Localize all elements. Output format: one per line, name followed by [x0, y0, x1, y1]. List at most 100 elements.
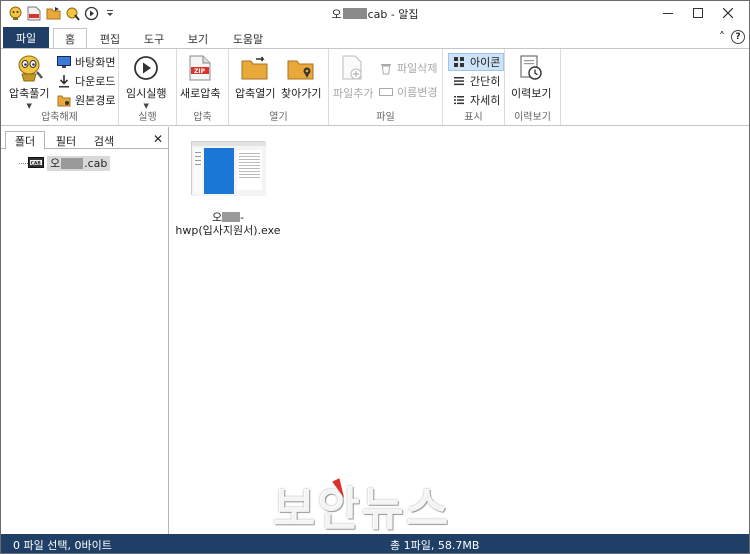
compress-group: ZIP 새로압축 압축: [177, 49, 229, 125]
title-bar: 오 cab - 알집: [1, 1, 749, 26]
title-suffix: cab - 알집: [367, 8, 419, 21]
tree-label-suffix: .cab: [84, 156, 108, 170]
file-name-line2: hwp(입사지원서).exe: [175, 224, 281, 237]
delete-file-label: 파일삭제: [397, 62, 438, 75]
open-archive-label: 압축열기: [235, 87, 276, 100]
extract-label: 압축풀기: [9, 87, 50, 100]
panel-tab-filter[interactable]: 필터: [47, 132, 85, 149]
panel-tab-folder[interactable]: 폴더: [5, 131, 45, 150]
redacted-block: [222, 212, 241, 222]
view-icon-button[interactable]: 아이콘: [448, 53, 505, 71]
tab-view[interactable]: 보기: [179, 29, 217, 49]
folder-location-icon: [285, 53, 317, 83]
tab-tools[interactable]: 도구: [135, 29, 173, 49]
zip-file-icon: ZIP: [184, 53, 216, 83]
file-group: 파일추가 파일삭제 이름변경 파일: [329, 49, 443, 125]
extract-group: 압축풀기 ▼ 바탕화면 다운로드 원본경로 압축해제: [1, 49, 119, 125]
file-name: 오 - hwp(입사지원서).exe: [175, 211, 280, 237]
file-group-label: 파일: [376, 112, 395, 123]
open-archive-button[interactable]: 압축열기: [235, 53, 275, 101]
svg-text:CAB: CAB: [31, 160, 42, 166]
redacted-block: [61, 157, 84, 169]
window-controls: [653, 4, 743, 22]
view-detail-label: 자세히: [470, 94, 501, 107]
original-path-label: 원본경로: [75, 94, 116, 107]
tab-file[interactable]: 파일: [3, 27, 49, 49]
downloads-label: 다운로드: [75, 75, 116, 88]
rename-button[interactable]: 이름변경: [379, 83, 437, 101]
view-brief-label: 간단히: [470, 75, 501, 88]
tree-item-label: 오 .cab: [47, 155, 111, 171]
maximize-icon[interactable]: [683, 4, 713, 22]
view-brief-button[interactable]: 간단히: [452, 72, 500, 90]
extract-button[interactable]: 압축풀기 ▼: [9, 53, 49, 110]
desktop-button[interactable]: 바탕화면: [57, 53, 115, 71]
file-thumbnail: [191, 141, 266, 196]
ribbon: 압축풀기 ▼ 바탕화면 다운로드 원본경로 압축해제 임시실행 ▼ 실행 ZIP…: [1, 48, 749, 126]
list-icon: [452, 74, 466, 88]
temp-run-button[interactable]: 임시실행 ▼: [126, 53, 166, 110]
folder-open-icon: [239, 53, 271, 83]
display-group: 아이콘 간단히 자세히 표시: [443, 49, 505, 125]
history-group: 이력보기 이력보기: [505, 49, 561, 125]
open-group: 압축열기 찾아가기 열기: [229, 49, 329, 125]
panel-tabs: 폴더 필터 검색 ✕: [1, 129, 168, 150]
view-icon-label: 아이콘: [470, 56, 501, 69]
download-icon: [57, 74, 71, 88]
folder-path-icon: [57, 93, 71, 107]
tab-help[interactable]: 도움말: [223, 29, 273, 49]
help-icon[interactable]: ?: [731, 30, 745, 44]
temp-run-label: 임시실행: [126, 87, 167, 100]
svg-text:ZIP: ZIP: [194, 68, 206, 75]
open-group-label: 열기: [269, 112, 288, 123]
monitor-icon: [57, 55, 71, 69]
file-list-area: 오 - hwp(입사지원서).exe: [170, 127, 749, 534]
panel-tab-search[interactable]: 검색: [87, 132, 121, 149]
tree-label-prefix: 오: [50, 156, 61, 170]
ribbon-tabs: 파일 홈 편집 도구 보기 도움말 ˄ ?: [1, 26, 749, 49]
tree-item-archive[interactable]: CAB 오 .cab: [28, 155, 111, 172]
find-label: 찾아가기: [281, 87, 322, 100]
tab-edit[interactable]: 편집: [91, 29, 129, 49]
selection-status: 0 파일 선택, 0바이트: [13, 539, 112, 552]
tab-home[interactable]: 홈: [53, 28, 87, 49]
view-detail-button[interactable]: 자세히: [452, 91, 500, 109]
history-group-label: 이력보기: [514, 112, 551, 123]
redacted-block: [342, 8, 367, 19]
title-prefix: 오: [331, 8, 342, 21]
details-icon: [452, 93, 466, 107]
run-group: 임시실행 ▼ 실행: [119, 49, 177, 125]
play-circle-icon: [130, 53, 162, 83]
tabs-right-controls: ˄ ?: [719, 30, 745, 44]
history-button[interactable]: 이력보기: [511, 53, 551, 101]
delete-file-button[interactable]: 파일삭제: [379, 59, 437, 77]
new-compress-button[interactable]: ZIP 새로압축: [180, 53, 220, 101]
history-clock-icon: [515, 53, 547, 83]
run-group-label: 실행: [138, 112, 157, 123]
add-file-label: 파일추가: [333, 87, 374, 100]
tree-connector: [19, 163, 28, 164]
file-item[interactable]: 오 - hwp(입사지원서).exe: [173, 141, 283, 237]
app-window: 오 cab - 알집 파일 홈 편집 도구 보기 도움말 ˄ ? 압축풀기 ▼ …: [0, 0, 750, 554]
panel-close-icon[interactable]: ✕: [153, 132, 163, 146]
close-icon[interactable]: [713, 4, 743, 22]
rename-icon: [379, 85, 393, 99]
window-title: 오 cab - 알집: [1, 6, 749, 22]
original-path-button[interactable]: 원본경로: [57, 91, 115, 109]
ribbon-collapse-icon[interactable]: ˄: [719, 30, 725, 44]
trash-icon: [379, 61, 393, 75]
downloads-button[interactable]: 다운로드: [57, 72, 115, 90]
extract-mascot-icon: [13, 53, 45, 83]
add-file-icon: [337, 53, 369, 83]
new-compress-label: 새로압축: [180, 87, 221, 100]
watermark-text: 보안뉴스: [273, 482, 451, 536]
find-button[interactable]: 찾아가기: [281, 53, 321, 101]
add-file-button[interactable]: 파일추가: [333, 53, 373, 101]
file-name-prefix: 오: [211, 211, 223, 224]
display-group-label: 표시: [464, 112, 483, 123]
total-status: 총 1파일, 58.7MB: [390, 539, 480, 552]
desktop-label: 바탕화면: [75, 56, 116, 69]
compress-group-label: 압축: [193, 112, 212, 123]
minimize-icon[interactable]: [653, 4, 683, 22]
cab-archive-icon: CAB: [28, 155, 44, 172]
